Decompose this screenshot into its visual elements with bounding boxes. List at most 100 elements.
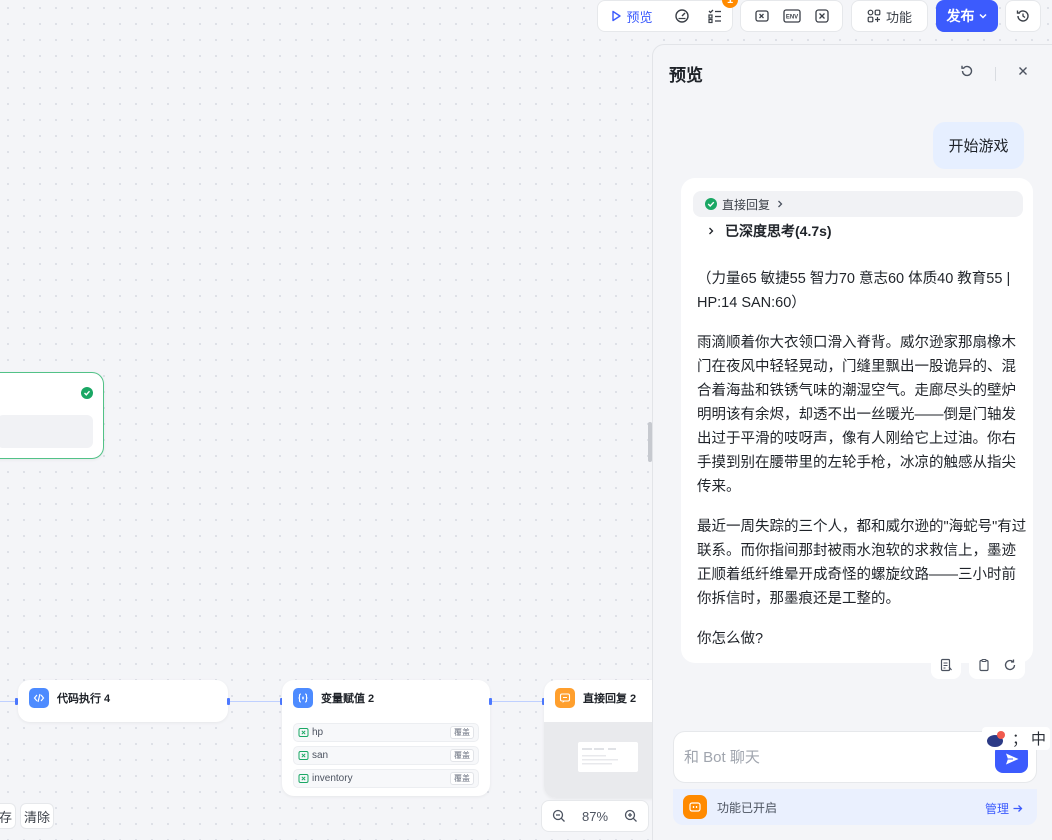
feature-status-bar: 功能已开启 管理: [673, 789, 1037, 825]
reply-node-title: 直接回复 2: [583, 693, 637, 705]
refresh-icon: [961, 65, 973, 77]
zoom-control: 87%: [541, 800, 649, 832]
notification-badge: 1: [722, 0, 738, 8]
zoom-in-button[interactable]: [624, 809, 638, 823]
variable-icon: [298, 751, 309, 760]
variable-button[interactable]: [754, 1, 770, 31]
preview-toolbar-group: 预览 1: [597, 0, 738, 32]
version-history-button[interactable]: [1006, 1, 1040, 31]
env-toolbar-group: ENV: [740, 0, 843, 32]
user-message-text: 开始游戏: [948, 138, 1009, 155]
send-icon: [1005, 753, 1018, 764]
copy-button[interactable]: [977, 658, 991, 672]
code-node-title: 代码执行 4: [57, 693, 111, 705]
feature-button-label: 功能: [885, 9, 912, 25]
history-icon: [1016, 10, 1029, 22]
clear-button[interactable]: 清除: [20, 803, 54, 829]
code-node[interactable]: 代码执行 4: [18, 680, 228, 722]
reply-preview-thumbnail: [544, 722, 664, 798]
chat-input[interactable]: [684, 742, 984, 772]
reply-message-icon: [555, 688, 575, 708]
code-icon: [29, 688, 49, 708]
variable-name: inventory: [312, 773, 353, 784]
zoom-out-icon: [552, 809, 565, 822]
feature-button[interactable]: 功能: [852, 1, 927, 31]
variable-icon: [298, 728, 309, 737]
x-box-icon: [814, 9, 829, 23]
preview-mini-card: [578, 742, 638, 772]
message-paragraph: 你怎么做?: [697, 631, 764, 647]
chevron-right-icon: [709, 227, 714, 235]
divider: [995, 67, 996, 81]
variable-name: hp: [312, 727, 324, 738]
thinking-toggle[interactable]: 已深度思考(4.7s): [707, 221, 832, 241]
variable-icon: [754, 10, 769, 22]
preview-button[interactable]: 预览: [598, 1, 665, 31]
manage-link[interactable]: 管理: [985, 800, 1023, 817]
node-output-bar: [0, 415, 93, 448]
message-paragraph: 最近一周失踪的三个人，都和威尔逊的"海蛇号"有过联系。而你指间那封被雨水泡软的求…: [697, 519, 1027, 607]
regenerate-button[interactable]: [1003, 658, 1017, 672]
regenerate-icon: [1004, 659, 1016, 670]
preview-button-label: 预览: [626, 9, 653, 25]
reply-node[interactable]: 直接回复 2: [544, 680, 664, 798]
play-icon: [612, 10, 622, 22]
thinking-label: 已深度思考(4.7s): [725, 223, 832, 239]
variable-icon: [298, 774, 309, 783]
message-paragraph: 雨滴顺着你大衣领口滑入脊背。威尔逊家那扇橡木门在夜风中轻轻晃动，门缝里飘出一股诡…: [697, 335, 1016, 495]
env-button[interactable]: ENV: [782, 1, 801, 31]
gauge-icon: [675, 9, 689, 23]
ime-language-label: 中: [1031, 731, 1047, 748]
ime-logo-icon: [987, 730, 1005, 747]
preview-panel: 预览 开始游戏 直接回复 已深度思考(4.7s) （力量65 敏捷55 智力70…: [652, 44, 1052, 840]
ime-indicator[interactable]: ； 中: [982, 727, 1051, 750]
publish-button-label: 发布: [946, 8, 975, 24]
message-action-group: [969, 650, 1025, 679]
save-button[interactable]: 存: [0, 803, 16, 829]
clear-var-button[interactable]: [814, 1, 830, 31]
plugin-icon: [683, 795, 707, 819]
variable-name: san: [312, 750, 329, 761]
publish-button[interactable]: 发布: [936, 0, 998, 32]
variable-node[interactable]: 变量赋值 2 hp 覆盖 san 覆盖 inventory 覆盖: [282, 680, 490, 796]
close-panel-button[interactable]: [1017, 65, 1029, 77]
feature-status-text: 功能已开启: [717, 800, 778, 815]
bot-message: 直接回复 已深度思考(4.7s) （力量65 敏捷55 智力70 意志60 体质…: [681, 178, 1033, 663]
debug-history-button[interactable]: [665, 1, 699, 31]
selected-workflow-node[interactable]: [0, 372, 104, 459]
variable-mode-tag: 覆盖: [450, 772, 474, 785]
task-list-button[interactable]: 1: [699, 0, 738, 31]
feature-grid-icon: [867, 9, 881, 23]
save-button-label: 存: [0, 809, 12, 825]
success-check-icon: [705, 198, 717, 210]
close-icon: [1019, 67, 1027, 75]
variable-node-title: 变量赋值 2: [321, 693, 375, 705]
node-trace-label: 直接回复: [722, 197, 771, 212]
variable-row: inventory 覆盖: [293, 769, 479, 788]
message-paragraph: （力量65 敏捷55 智力70 意志60 体质40 教育55 | HP:14 S…: [697, 271, 1011, 311]
success-check-icon: [81, 387, 93, 399]
reset-chat-button[interactable]: [959, 63, 975, 79]
variable-mode-tag: 覆盖: [450, 726, 474, 739]
edge-code-var: [230, 701, 282, 702]
edge-var-reply: [492, 701, 544, 702]
chevron-down-icon: [978, 13, 987, 19]
manage-label: 管理: [984, 802, 1009, 816]
document-icon: [940, 658, 952, 671]
variable-mode-tag: 覆盖: [450, 749, 474, 762]
panel-title: 预览: [669, 66, 703, 85]
arrow-right-icon: [1013, 805, 1023, 812]
ime-punct-icon: ；: [1012, 731, 1028, 748]
zoom-in-icon: [624, 809, 637, 822]
checklist-icon: [708, 9, 722, 24]
view-trace-button[interactable]: [939, 658, 953, 672]
env-icon: ENV: [782, 9, 801, 23]
variable-row: hp 覆盖: [293, 723, 479, 742]
zoom-level[interactable]: 87%: [582, 809, 608, 824]
node-trace-chip[interactable]: 直接回复: [693, 191, 1023, 217]
variable-braces-icon: [293, 688, 313, 708]
copy-icon: [979, 658, 989, 671]
zoom-out-button[interactable]: [552, 809, 566, 823]
chevron-right-icon: [778, 200, 783, 208]
variable-row: san 覆盖: [293, 746, 479, 765]
